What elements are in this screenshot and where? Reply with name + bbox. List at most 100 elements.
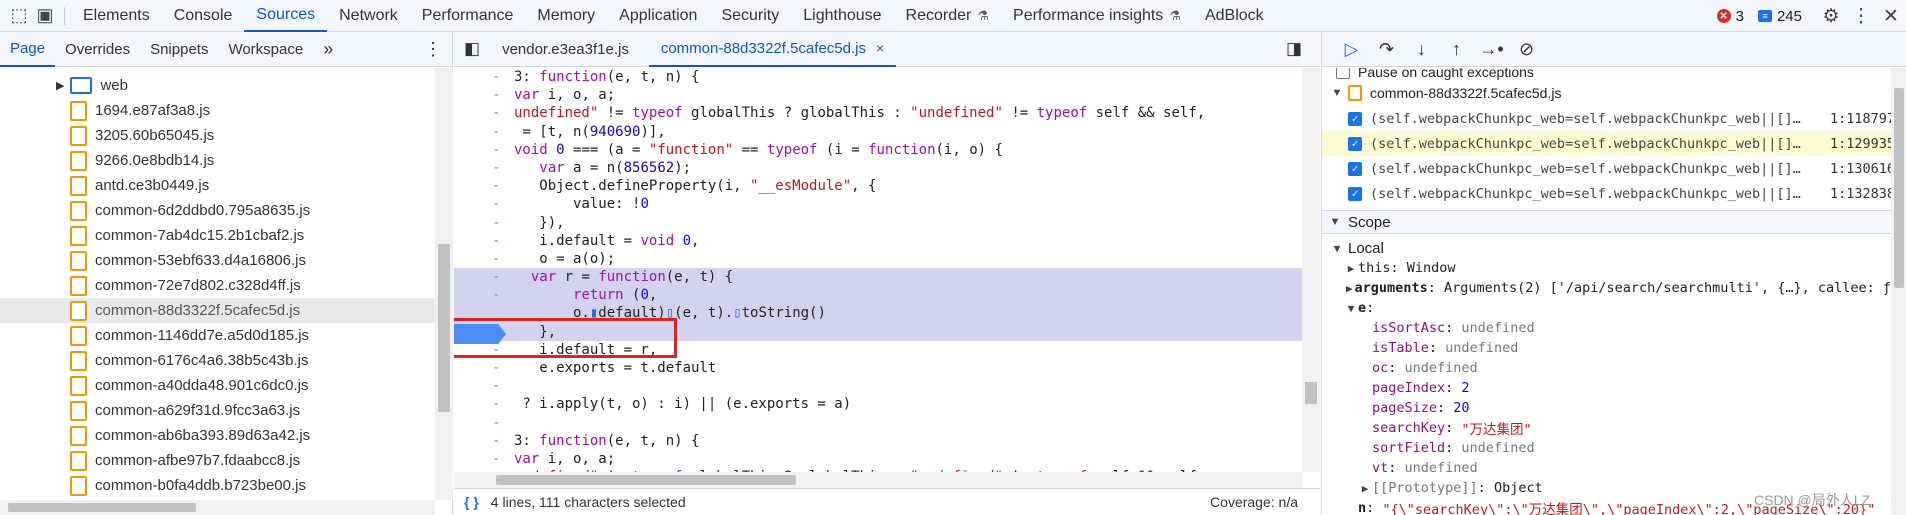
checkbox[interactable]: ✓ xyxy=(1348,136,1362,151)
panel-tab-security[interactable]: Security xyxy=(709,0,791,32)
breakpoint-item[interactable]: ✓ (self.webpackChunkpc_web=self.webpackCh… xyxy=(1322,156,1891,181)
tree-file[interactable]: common-1146dd7e.a5d0d185.js xyxy=(0,323,435,348)
panel-tab-performance[interactable]: Performance xyxy=(410,0,526,32)
step-out-icon[interactable]: ↑ xyxy=(1439,39,1474,60)
close-icon[interactable]: × xyxy=(876,40,884,56)
file-icon xyxy=(70,400,87,421)
panel-tab-memory[interactable]: Memory xyxy=(525,0,607,32)
tree-file[interactable]: common-ab6ba393.89d63a42.js xyxy=(0,423,435,448)
checkbox[interactable]: ✓ xyxy=(1348,186,1362,201)
scope-local[interactable]: ▼ Local xyxy=(1322,238,1891,258)
panel-tab-sources[interactable]: Sources xyxy=(244,0,328,32)
scope-property[interactable]: searchKey: "万达集团" xyxy=(1322,418,1891,438)
tab-workspace[interactable]: Workspace xyxy=(218,32,313,67)
panel-tab-recorder[interactable]: Recorder ⚗ xyxy=(894,0,1001,32)
scope-e[interactable]: ▼ e: xyxy=(1322,298,1891,318)
checkbox[interactable] xyxy=(1336,68,1350,79)
panel-tab-elements[interactable]: Elements xyxy=(71,0,162,32)
tree-file[interactable]: common-7ab4dc15.2b1cbaf2.js xyxy=(0,223,435,248)
pause-caught-row[interactable]: Pause on caught exceptions xyxy=(1322,68,1891,80)
editor-horizontal-scrollbar[interactable] xyxy=(454,472,1302,488)
expand-triangle-icon[interactable]: ▶ xyxy=(1344,262,1358,275)
toggle-debugger-icon[interactable]: ◨ xyxy=(1274,32,1314,67)
collapse-triangle-icon[interactable]: ▼ xyxy=(1344,302,1358,315)
tree-file[interactable]: 3205.60b65045.js xyxy=(0,123,435,148)
scroll-thumb[interactable] xyxy=(438,244,450,412)
expand-triangle-icon[interactable]: ▶ xyxy=(56,79,64,92)
tree-file[interactable]: 1694.e87af3a8.js xyxy=(0,98,435,123)
breakpoint-item[interactable]: ✓ (self.webpackChunkpc_web=self.webpackCh… xyxy=(1322,181,1891,206)
resume-icon[interactable]: ▷ xyxy=(1334,39,1369,60)
tree-file[interactable]: antd.ce3b0449.js xyxy=(0,173,435,198)
scope-property[interactable]: vt: undefined xyxy=(1322,458,1891,478)
panel-tab-network[interactable]: Network xyxy=(327,0,410,32)
scope-property[interactable]: pageSize: 20 xyxy=(1322,398,1891,418)
tree-file[interactable]: common-b0fa4ddb.b723be00.js xyxy=(0,473,435,498)
collapse-triangle-icon[interactable]: ▼ xyxy=(1330,87,1344,99)
expand-triangle-icon[interactable]: ▶ xyxy=(1358,482,1372,495)
step-over-icon[interactable]: ↷ xyxy=(1369,39,1404,60)
editor-tab-common[interactable]: common-88d3322f.5cafec5d.js × xyxy=(648,32,897,67)
deactivate-breakpoints-icon[interactable]: ⊘ xyxy=(1509,39,1544,60)
tree-file[interactable]: common-88d3322f.5cafec5d.js xyxy=(0,298,435,323)
close-icon[interactable]: ✕ xyxy=(1876,5,1906,28)
breakpoint-file-row[interactable]: ▼ common-88d3322f.5cafec5d.js xyxy=(1322,80,1891,106)
device-toolbar-icon[interactable]: ▣ xyxy=(32,0,58,32)
navigator-horizontal-scrollbar[interactable] xyxy=(0,500,435,515)
scope-property[interactable]: sortField: undefined xyxy=(1322,438,1891,458)
collapse-triangle-icon[interactable]: ▼ xyxy=(1330,242,1344,255)
step-icon[interactable]: →• xyxy=(1474,39,1509,60)
panel-tab-application[interactable]: Application xyxy=(607,0,709,32)
expand-triangle-icon[interactable]: ▶ xyxy=(1344,282,1355,295)
tab-page[interactable]: Page xyxy=(0,32,56,67)
checkbox[interactable]: ✓ xyxy=(1348,161,1362,176)
navigator-vertical-scrollbar[interactable] xyxy=(435,68,453,500)
more-tabs-icon[interactable]: » xyxy=(313,32,343,67)
breakpoint-item[interactable]: ✓ (self.webpackChunkpc_web=self.webpackCh… xyxy=(1322,131,1891,156)
debugger-vertical-scrollbar[interactable] xyxy=(1891,68,1906,515)
panel-tab-performance-insights[interactable]: Performance insights ⚗ xyxy=(1001,0,1193,32)
tree-file[interactable]: 9266.0e8bdb14.js xyxy=(0,148,435,173)
inspect-element-icon[interactable]: ⬚ xyxy=(6,0,32,32)
checkbox[interactable]: ✓ xyxy=(1348,111,1362,126)
errors-badge[interactable]: ✕ 3 xyxy=(1716,8,1744,25)
panel-tab-lighthouse[interactable]: Lighthouse xyxy=(791,0,893,32)
scroll-thumb[interactable] xyxy=(496,475,796,485)
scope-property[interactable]: pageIndex: 2 xyxy=(1322,378,1891,398)
editor-tab-vendor[interactable]: vendor.e3ea3f1e.js xyxy=(490,32,641,67)
scroll-thumb[interactable] xyxy=(1894,88,1904,288)
tab-snippets[interactable]: Snippets xyxy=(140,32,218,67)
more-vertical-icon[interactable]: ⋮ xyxy=(414,32,452,67)
messages-badge[interactable]: ≡ 245 xyxy=(1757,8,1802,25)
scope-arguments[interactable]: ▶ arguments: Arguments(2) ['/api/search/… xyxy=(1322,278,1891,298)
scope-section-header[interactable]: ▼ Scope xyxy=(1322,210,1891,234)
tree-folder-web[interactable]: ▶ web xyxy=(0,73,435,98)
file-icon xyxy=(70,450,87,471)
step-into-icon[interactable]: ↓ xyxy=(1404,39,1439,60)
scroll-thumb[interactable] xyxy=(8,503,196,512)
file-tree[interactable]: ▶ web 1694.e87af3a8.js 3205.60b65045.js 92… xyxy=(0,68,435,500)
gear-icon[interactable]: ⚙ xyxy=(1816,5,1846,28)
scope-property[interactable]: isSortAsc: undefined xyxy=(1322,318,1891,338)
toggle-navigator-icon[interactable]: ◧ xyxy=(454,32,490,67)
tree-file[interactable]: common-a629f31d.9fcc3a63.js xyxy=(0,398,435,423)
tree-file[interactable]: common-a40dda48.901c6dc0.js xyxy=(0,373,435,398)
panel-tab-adblock[interactable]: AdBlock xyxy=(1193,0,1276,32)
scope-property[interactable]: oc: undefined xyxy=(1322,358,1891,378)
tree-file[interactable]: common-6176c4a6.38b5c43b.js xyxy=(0,348,435,373)
scope-property[interactable]: isTable: undefined xyxy=(1322,338,1891,358)
tree-file[interactable]: common-6d2ddbd0.795a8635.js xyxy=(0,198,435,223)
tree-file[interactable]: common-afbe97b7.fdaabcc8.js xyxy=(0,448,435,473)
code-editor[interactable]: -3: function(e, t, n) { - var i, o, a; -u… xyxy=(454,68,1302,472)
breakpoint-item[interactable]: ✓ (self.webpackChunkpc_web=self.webpackCh… xyxy=(1322,106,1891,131)
tab-overrides[interactable]: Overrides xyxy=(55,32,140,67)
scroll-thumb[interactable] xyxy=(1305,382,1317,404)
pretty-print-icon[interactable]: { } xyxy=(464,494,479,510)
more-vertical-icon[interactable]: ⋮ xyxy=(1846,5,1876,28)
panel-tab-console[interactable]: Console xyxy=(162,0,245,32)
collapse-triangle-icon[interactable]: ▼ xyxy=(1328,216,1342,228)
editor-vertical-scrollbar[interactable] xyxy=(1302,68,1320,472)
tree-file[interactable]: common-53ebf633.d4a16806.js xyxy=(0,248,435,273)
tree-file[interactable]: common-72e7d802.c328d4ff.js xyxy=(0,273,435,298)
scope-this[interactable]: ▶ this: Window xyxy=(1322,258,1891,278)
